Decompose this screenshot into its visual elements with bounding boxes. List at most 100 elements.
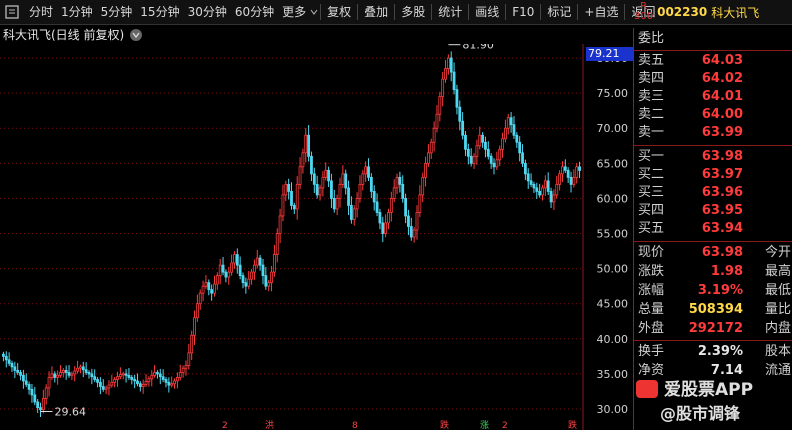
event-marker: 2 xyxy=(502,421,508,430)
candle-body xyxy=(455,89,459,108)
candle-body xyxy=(486,148,490,157)
candle-body xyxy=(101,386,105,390)
chart-options-icon[interactable] xyxy=(130,28,143,41)
ask-row[interactable]: 卖四 64.02 xyxy=(638,70,792,88)
tab-60min[interactable]: 60分钟 xyxy=(231,0,278,24)
candle-body xyxy=(76,367,79,372)
stat-label: 现价 xyxy=(638,245,665,260)
candle-body xyxy=(569,176,573,185)
candle-body xyxy=(121,373,125,376)
stat-row: 涨跌 1.98 最高 xyxy=(638,263,792,281)
tab-intraday[interactable]: 分时 xyxy=(25,0,57,24)
f10-button[interactable]: F10 xyxy=(508,0,538,24)
stat-row: 外盘 292172 内盘 xyxy=(638,320,792,338)
candle-body xyxy=(318,187,322,196)
ask-label: 卖一 xyxy=(638,125,665,140)
overlay-button[interactable]: 叠加 xyxy=(360,0,392,24)
candle-body xyxy=(358,183,362,199)
bid-row[interactable]: 买二 63.97 xyxy=(638,166,792,184)
candle-body xyxy=(541,187,544,196)
more-menu[interactable]: 更多 xyxy=(278,0,318,24)
candle-body xyxy=(338,183,342,199)
candle-body xyxy=(526,173,530,182)
panel-divider xyxy=(634,50,792,51)
candle-body xyxy=(261,264,265,277)
tab-30min[interactable]: 30分钟 xyxy=(184,0,231,24)
candle-body xyxy=(572,176,576,185)
candle-body xyxy=(429,141,433,154)
low-label: 29.64 xyxy=(55,406,87,419)
candle-body xyxy=(275,233,279,255)
candle-body xyxy=(124,373,128,376)
mark-button[interactable]: 标记 xyxy=(543,0,575,24)
candle-body xyxy=(190,334,194,354)
candle-body xyxy=(235,254,239,266)
candle-body xyxy=(173,380,176,385)
candle-body xyxy=(156,372,159,375)
panel-divider xyxy=(634,241,792,242)
draw-line-button[interactable]: 画线 xyxy=(471,0,503,24)
candle-body xyxy=(213,283,216,294)
toolbar-divider xyxy=(394,4,396,20)
candle-body xyxy=(204,282,208,287)
ask-row[interactable]: 卖一 63.99 xyxy=(638,124,792,142)
candle-body xyxy=(506,117,510,129)
candle-body xyxy=(170,383,174,386)
candle-body xyxy=(344,173,348,189)
candle-body xyxy=(298,166,302,185)
candlestick-chart[interactable]: 30.00 35.00 40.00 45.00 50.00 55.00 60.00 65.00… xyxy=(0,44,633,430)
stat-value: 508394 xyxy=(688,302,743,317)
candle-body xyxy=(352,208,356,220)
statistics-button[interactable]: 统计 xyxy=(434,0,466,24)
candle-body xyxy=(47,376,51,389)
market-badge: R 300 xyxy=(634,2,653,22)
tab-5min[interactable]: 5分钟 xyxy=(97,0,137,24)
candle-body xyxy=(412,229,416,238)
stat-label: 总量 xyxy=(638,302,665,317)
candle-body xyxy=(392,187,396,199)
candle-body xyxy=(566,169,570,178)
toolbar-divider xyxy=(320,4,322,20)
menu-icon[interactable] xyxy=(3,3,21,21)
bid-price: 63.95 xyxy=(701,203,743,218)
bid-row[interactable]: 买一 63.98 xyxy=(638,148,792,166)
candle-body xyxy=(475,145,479,157)
stat-row: 涨幅 3.19% 最低 xyxy=(638,282,792,300)
candle-body xyxy=(210,289,214,294)
candle-body xyxy=(267,282,271,287)
candle-body xyxy=(207,282,211,291)
ask-row[interactable]: 卖三 64.01 xyxy=(638,88,792,106)
panel-divider xyxy=(634,340,792,341)
candle-body xyxy=(141,384,145,387)
candle-body xyxy=(230,262,234,273)
candle-body xyxy=(201,285,205,294)
candle-body xyxy=(481,134,484,143)
candle-body xyxy=(184,365,188,369)
candle-body xyxy=(543,180,547,189)
candle-body xyxy=(181,367,185,373)
candle-body xyxy=(21,374,25,382)
candle-body xyxy=(375,201,379,213)
candle-body xyxy=(107,384,111,389)
tab-1min[interactable]: 1分钟 xyxy=(57,0,97,24)
bid-row[interactable]: 买三 63.96 xyxy=(638,184,792,202)
ask-price: 64.01 xyxy=(701,89,743,104)
bid-row[interactable]: 买四 63.95 xyxy=(638,202,792,220)
multi-stock-button[interactable]: 多股 xyxy=(397,0,429,24)
stat-value: 63.98 xyxy=(701,245,743,260)
stat-label-secondary: 内盘 xyxy=(764,321,791,336)
add-watchlist-button[interactable]: +自选 xyxy=(580,0,622,24)
candle-body xyxy=(461,120,465,136)
ask-row[interactable]: 卖五 64.03 xyxy=(638,52,792,70)
bid-row[interactable]: 买五 63.94 xyxy=(638,220,792,238)
candle-body xyxy=(384,222,388,234)
candle-body xyxy=(347,187,350,206)
candle-body xyxy=(504,127,507,140)
candle-body xyxy=(555,183,559,196)
candle-body xyxy=(281,194,285,217)
candle-body xyxy=(446,57,450,69)
tab-15min[interactable]: 15分钟 xyxy=(136,0,183,24)
adjust-button[interactable]: 复权 xyxy=(323,0,355,24)
ask-row[interactable]: 卖二 64.00 xyxy=(638,106,792,124)
candle-body xyxy=(330,180,333,199)
